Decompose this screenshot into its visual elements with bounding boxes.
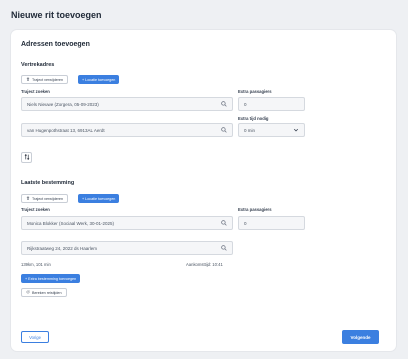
departure-add-location-label: + Locatie toevoegen bbox=[82, 77, 116, 82]
departure-extra-passengers-value: 0 bbox=[244, 101, 247, 107]
search-icon bbox=[221, 100, 227, 108]
search-icon bbox=[221, 244, 227, 252]
search-icon bbox=[221, 219, 227, 227]
departure-address-value: van Hugenpothstraat 13, 6913AL Aerdt bbox=[27, 127, 105, 133]
departure-extra-time-select[interactable]: 0 min bbox=[238, 123, 305, 137]
back-button[interactable]: Vorige bbox=[21, 331, 49, 343]
departure-extra-passengers-input[interactable]: 0 bbox=[238, 97, 305, 111]
departure-add-location-button[interactable]: + Locatie toevoegen bbox=[78, 75, 120, 84]
departure-trip-search-label: Traject zoeken bbox=[21, 89, 50, 94]
page-title: Nieuwe rit toevoegen bbox=[11, 10, 102, 20]
destination-trip-search-value: Monica Blokker (Sociaal Werk, 30-01-2025… bbox=[27, 220, 114, 226]
departure-extra-passengers-label: Extra passagiers bbox=[238, 89, 272, 94]
route-distance-time: 139km, 101 min bbox=[21, 262, 51, 267]
destination-address-value: Rijkstraatweg 24, 2022 ds Haarlem bbox=[27, 245, 98, 251]
search-icon bbox=[221, 126, 227, 134]
departure-extra-time-label: Extra tijd nodig bbox=[238, 116, 269, 121]
destination-add-location-button[interactable]: + Locatie toevoegen bbox=[78, 194, 120, 203]
destination-address-input[interactable]: Rijkstraatweg 24, 2022 ds Haarlem bbox=[21, 241, 233, 255]
departure-delete-trip-label: Traject verwijderen bbox=[32, 77, 64, 82]
departure-address-input[interactable]: van Hugenpothstraat 13, 6913AL Aerdt bbox=[21, 123, 233, 137]
trash-icon bbox=[26, 196, 30, 201]
destination-section-title: Laatste bestemming bbox=[21, 180, 75, 186]
chevron-down-icon bbox=[293, 127, 299, 134]
route-arrival-time: Aankomsttijd: 10:41 bbox=[186, 262, 223, 267]
departure-trip-search-value: Niels Nieuwe (Zorgera, 05-09-2023) bbox=[27, 101, 99, 107]
add-extra-destination-label: + Extra bestemming toevoegen bbox=[25, 276, 77, 281]
trash-icon bbox=[26, 77, 30, 82]
recalculate-travel-times-button[interactable]: Bereken reistijden bbox=[21, 288, 67, 297]
departure-trip-search-input[interactable]: Niels Nieuwe (Zorgera, 05-09-2023) bbox=[21, 97, 233, 111]
departure-section-title: Vertrekadres bbox=[21, 62, 55, 68]
destination-trip-search-label: Traject zoeken bbox=[21, 207, 50, 212]
swap-addresses-button[interactable] bbox=[21, 152, 32, 163]
card-title: Adressen toevoegen bbox=[21, 41, 90, 48]
next-button[interactable]: Volgende bbox=[342, 330, 379, 344]
refresh-icon bbox=[26, 290, 30, 295]
address-card: Adressen toevoegen Vertrekadres Traject … bbox=[11, 30, 396, 351]
add-extra-destination-button[interactable]: + Extra bestemming toevoegen bbox=[21, 274, 81, 283]
destination-delete-trip-button[interactable]: Traject verwijderen bbox=[21, 194, 69, 203]
destination-add-location-label: + Locatie toevoegen bbox=[82, 196, 116, 201]
swap-vertical-icon bbox=[24, 153, 30, 162]
destination-extra-passengers-label: Extra passagiers bbox=[238, 207, 272, 212]
recalculate-travel-times-label: Bereken reistijden bbox=[32, 290, 62, 295]
departure-extra-time-value: 0 min bbox=[244, 127, 256, 133]
destination-extra-passengers-input[interactable]: 0 bbox=[238, 216, 305, 230]
destination-trip-search-input[interactable]: Monica Blokker (Sociaal Werk, 30-01-2025… bbox=[21, 216, 233, 230]
destination-delete-trip-label: Traject verwijderen bbox=[32, 196, 64, 201]
departure-delete-trip-button[interactable]: Traject verwijderen bbox=[21, 75, 69, 84]
destination-extra-passengers-value: 0 bbox=[244, 220, 247, 226]
